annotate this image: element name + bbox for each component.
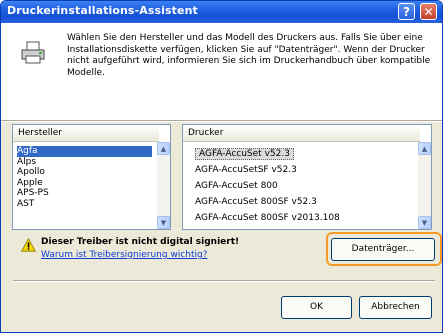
printer-model-item[interactable]: AGFA-AccuSet 800	[195, 179, 413, 195]
printer-model-label: AGFA-AccuSet 800SF v52.3	[195, 197, 317, 207]
manufacturer-item[interactable]: Agfa	[17, 146, 152, 157]
scroll-up-icon[interactable]: ▲	[157, 142, 170, 155]
scroll-up-icon[interactable]: ▲	[418, 142, 431, 155]
manufacturer-column-header[interactable]: Hersteller	[13, 125, 159, 142]
title-bar[interactable]: Druckerinstallations-Assistent ? ✕	[1, 1, 442, 23]
close-button[interactable]: ✕	[420, 3, 437, 20]
manufacturer-scrollbar[interactable]: ▲ ▼	[157, 142, 170, 229]
manufacturer-listbox[interactable]: Hersteller Agfa Alps Apollo Apple APS-PS AST …	[12, 124, 171, 230]
printer-column-header[interactable]: Drucker	[183, 125, 420, 142]
window-title: Druckerinstallations-Assistent	[7, 4, 198, 17]
warning-icon	[21, 238, 36, 252]
cancel-button[interactable]: Abbrechen	[359, 296, 432, 319]
header-panel: Wählen Sie den Hersteller und das Modell…	[1, 23, 442, 120]
printer-model-item[interactable]: AGFA-AccuSetSF v52.3	[195, 163, 413, 179]
driver-signing-link[interactable]: Warum ist Treibersignierung wichtig?	[41, 250, 207, 260]
unsigned-driver-warning: Dieser Treiber ist nicht digital signier…	[41, 237, 240, 247]
printer-model-item[interactable]: AGFA-AccuSet v52.3	[195, 147, 413, 163]
manufacturer-item[interactable]: Alps	[17, 157, 152, 168]
manufacturer-item[interactable]: Apollo	[17, 167, 152, 178]
manufacturer-item[interactable]: AST	[17, 199, 152, 210]
scroll-down-icon[interactable]: ▼	[157, 216, 170, 229]
printer-install-wizard-window: Druckerinstallations-Assistent ? ✕ Wähle…	[0, 0, 443, 333]
manufacturer-item[interactable]: Apple	[17, 178, 152, 189]
printer-model-item[interactable]: AGFA-AccuSet 800SF v2013.108	[195, 211, 413, 227]
printer-icon	[21, 41, 45, 64]
scroll-down-icon[interactable]: ▼	[418, 216, 431, 229]
manufacturer-item[interactable]: APS-PS	[17, 188, 152, 199]
printer-model-scrollbar[interactable]: ▲ ▼	[418, 142, 431, 229]
printer-model-items: AGFA-AccuSet v52.3 AGFA-AccuSetSF v52.3 AG…	[195, 147, 413, 227]
printer-model-listbox[interactable]: Drucker AGFA-AccuSet v52.3 AGFA-AccuSetSF…	[182, 124, 432, 230]
printer-model-label: AGFA-AccuSet v52.3	[195, 148, 294, 160]
help-button[interactable]: ?	[398, 3, 415, 20]
printer-model-item[interactable]: AGFA-AccuSet 800SF v52.3	[195, 195, 413, 211]
printer-model-label: AGFA-AccuSetSF v52.3	[195, 165, 297, 175]
printer-model-label: AGFA-AccuSet 800SF v2013.108	[195, 213, 340, 223]
printer-model-label: AGFA-AccuSet 800	[195, 181, 278, 191]
have-disk-button[interactable]: Datenträger...	[331, 238, 435, 261]
ok-button[interactable]: OK	[281, 296, 352, 319]
instructions-text: Wählen Sie den Hersteller und das Modell…	[67, 33, 431, 78]
manufacturer-items: Agfa Alps Apollo Apple APS-PS AST	[17, 146, 152, 209]
